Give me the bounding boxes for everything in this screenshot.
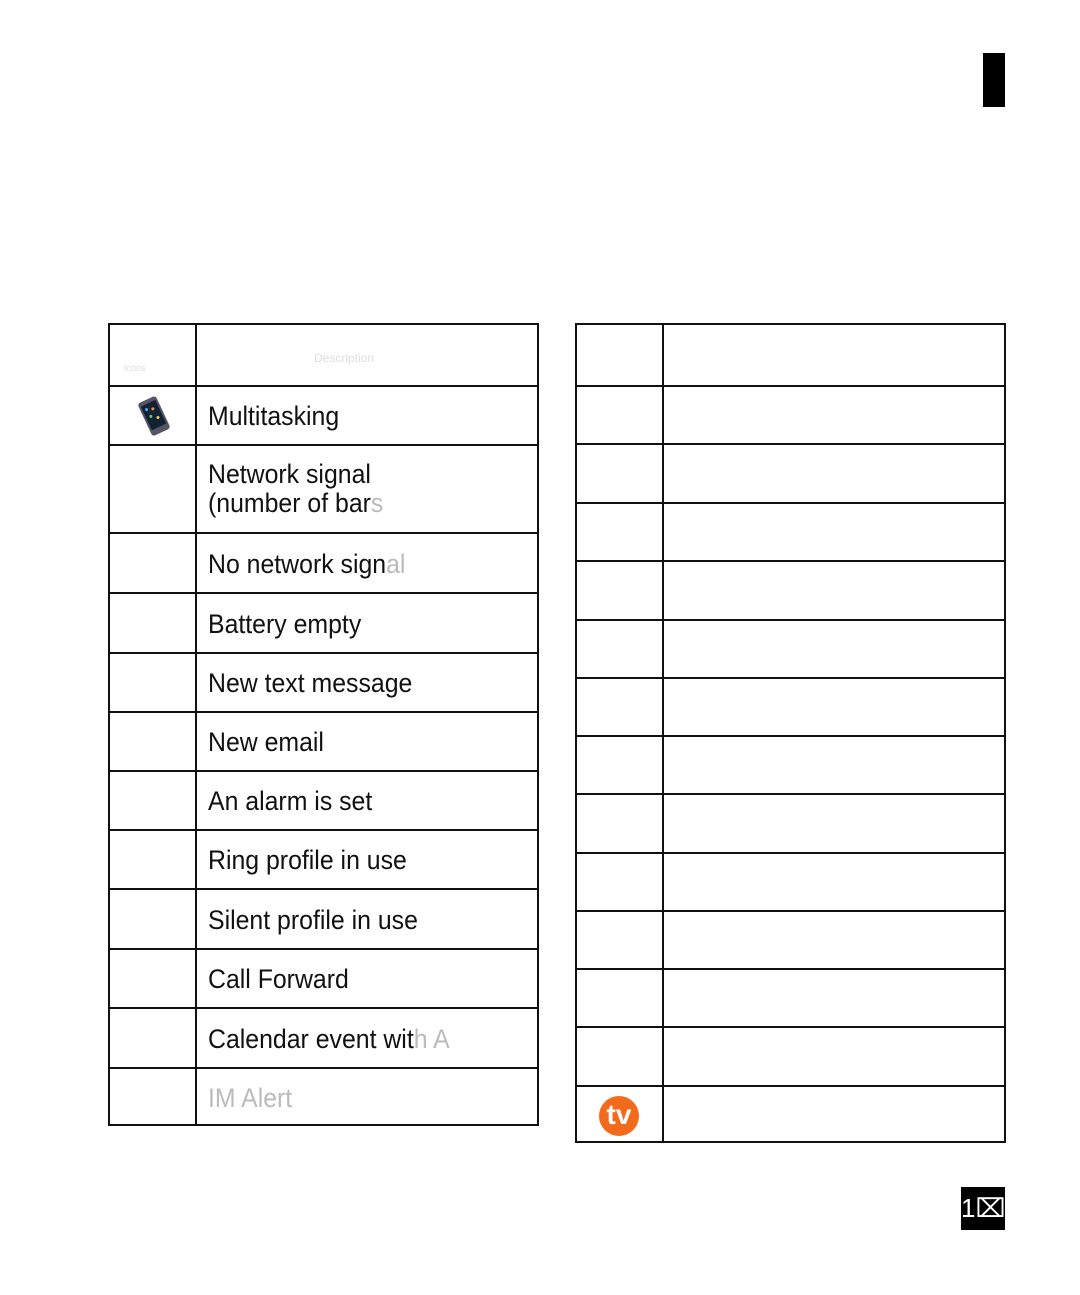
row-label: Network signal (number of bars xyxy=(208,460,383,518)
table-row xyxy=(577,385,1004,443)
table-row: Calendar event with A xyxy=(110,1007,537,1067)
label-text: New text message xyxy=(208,668,413,698)
table-row: No network signal xyxy=(110,532,537,592)
table-row: New text message xyxy=(110,652,537,711)
table-row: An alarm is set xyxy=(110,770,537,829)
table-row xyxy=(577,910,1004,968)
label-text: Calendar event wit xyxy=(208,1023,414,1054)
table-row: Network signal (number of bars xyxy=(110,444,537,532)
label-text-faded: IM Alert xyxy=(208,1083,293,1113)
section-tab-marker xyxy=(983,53,1005,107)
table-row: Battery empty xyxy=(110,592,537,652)
label-text: Ring profile in use xyxy=(208,845,407,875)
header-icons: Icons xyxy=(124,363,146,373)
label-text: Multitasking xyxy=(208,401,340,431)
row-label: Ring profile in use xyxy=(208,846,407,875)
table-row xyxy=(577,677,1004,735)
table-row: Ring profile in use xyxy=(110,829,537,888)
table-row: tv xyxy=(577,1085,1004,1143)
table-row: Silent profile in use xyxy=(110,888,537,948)
tv-icon-label: tv xyxy=(599,1096,639,1136)
label-text-faded: h A xyxy=(413,1023,450,1054)
label-text: An alarm is set xyxy=(208,786,373,816)
table-row: New email xyxy=(110,711,537,770)
row-label: Call Forward xyxy=(208,965,349,994)
table-row: Call Forward xyxy=(110,948,537,1007)
table-row xyxy=(577,793,1004,852)
table-row xyxy=(577,560,1004,619)
label-text: Silent profile in use xyxy=(208,904,418,935)
row-label: Multitasking xyxy=(208,402,339,431)
label-text: Battery empty xyxy=(208,608,362,639)
row-label: No network signal xyxy=(208,548,406,579)
table-row xyxy=(577,968,1004,1026)
status-icons-table-right: tv xyxy=(575,323,1006,1143)
tv-icon: tv xyxy=(599,1096,639,1136)
label-text: Call Forward xyxy=(208,964,349,994)
manual-page: Icons Description Multitasking Network si… xyxy=(0,0,1080,1295)
table-row xyxy=(577,619,1004,677)
label-text-faded: al xyxy=(386,548,406,579)
table-row xyxy=(577,852,1004,910)
table-row: Multitasking xyxy=(110,385,537,444)
header-description: Description xyxy=(314,351,375,365)
table-row xyxy=(577,325,1004,385)
table-header: Icons Description xyxy=(110,325,537,385)
multitasking-phone-icon xyxy=(132,395,176,442)
row-label: New text message xyxy=(208,669,412,698)
row-label: IM Alert xyxy=(208,1084,292,1113)
table-row xyxy=(577,735,1004,793)
row-label: An alarm is set xyxy=(208,787,372,816)
row-label: Battery empty xyxy=(208,608,362,639)
label-text: Network signal xyxy=(208,459,371,489)
table-row xyxy=(577,502,1004,560)
table-row xyxy=(577,443,1004,502)
label-text: No network sign xyxy=(208,548,387,579)
status-icons-table-left: Icons Description Multitasking Network si… xyxy=(108,323,539,1126)
row-label: Calendar event with A xyxy=(208,1023,450,1054)
row-label: Silent profile in use xyxy=(208,904,418,935)
label-text-line2: (number of bar xyxy=(208,488,371,518)
page-number: 1⌧ xyxy=(961,1187,1005,1230)
row-label: New email xyxy=(208,728,324,757)
label-text: New email xyxy=(208,727,324,757)
table-row: IM Alert xyxy=(110,1067,537,1126)
label-text-line2-faded: s xyxy=(370,488,384,518)
table-row xyxy=(577,1026,1004,1085)
